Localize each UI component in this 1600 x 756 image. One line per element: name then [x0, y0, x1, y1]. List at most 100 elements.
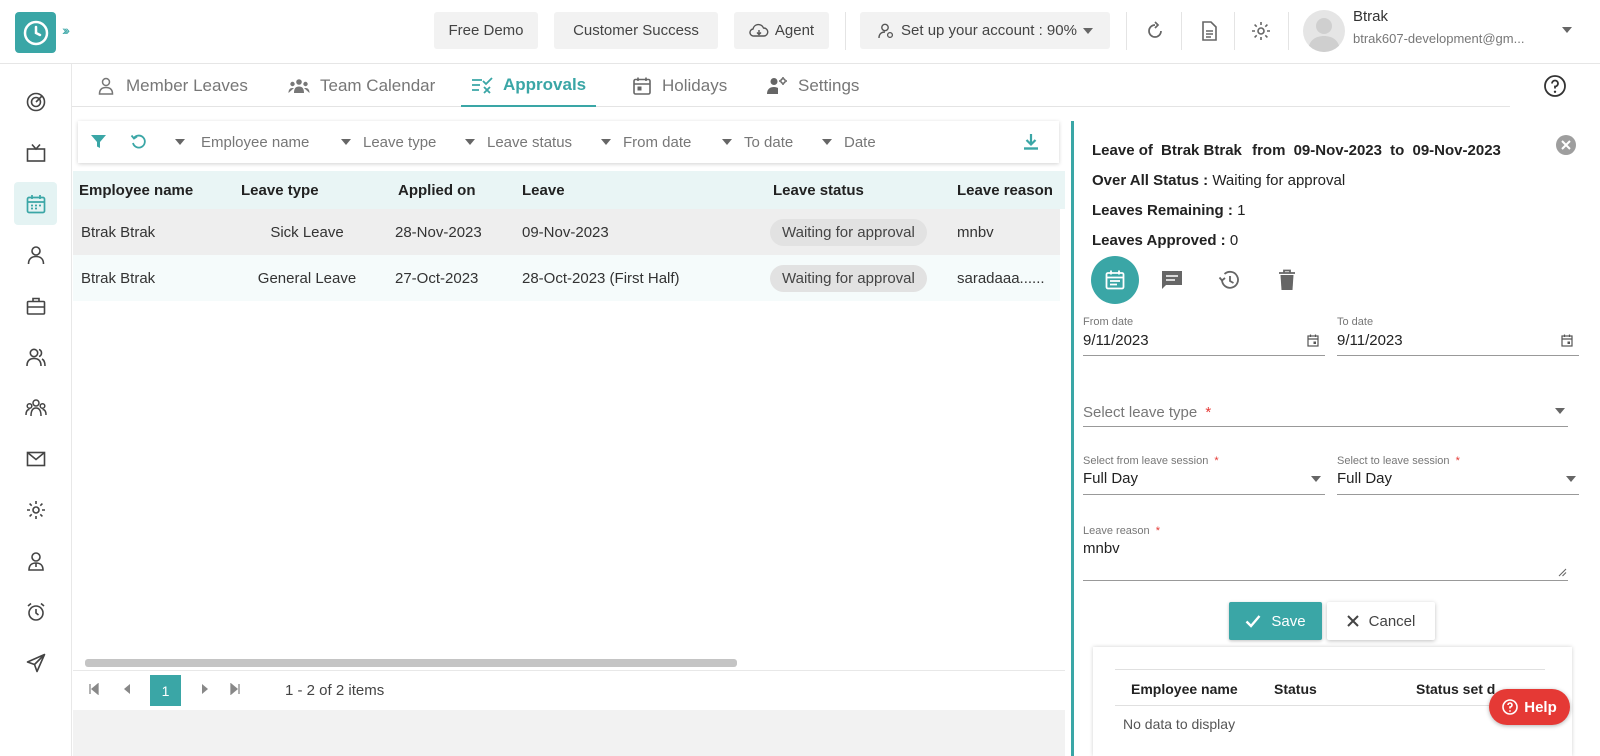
leave-details-button[interactable] — [1091, 256, 1139, 304]
page-number-button[interactable]: 1 — [150, 675, 181, 706]
calendar-picker-icon[interactable] — [1561, 334, 1573, 347]
setup-account-button[interactable]: Set up your account : 90% — [860, 12, 1110, 49]
column-header-status[interactable]: Status — [1274, 681, 1317, 697]
clock-logo-icon — [23, 20, 48, 45]
target-icon — [26, 92, 45, 111]
tab-settings[interactable]: Settings — [766, 64, 859, 107]
sidebar-item-dashboard[interactable] — [14, 80, 57, 123]
save-button[interactable]: Save — [1229, 602, 1322, 640]
sidebar-item-tv[interactable] — [14, 131, 57, 174]
app-logo[interactable] — [15, 12, 56, 53]
prev-page-icon[interactable] — [121, 683, 133, 695]
document-icon[interactable] — [1196, 18, 1222, 44]
to-date-input[interactable]: 9/11/2023 — [1337, 332, 1403, 349]
sidebar-item-projects[interactable] — [14, 284, 57, 327]
chevron-down-icon[interactable] — [1555, 408, 1565, 414]
reset-filter-icon[interactable] — [130, 133, 148, 151]
leave-reason-textarea[interactable]: mnbv — [1083, 540, 1120, 557]
refresh-icon[interactable] — [1142, 18, 1168, 44]
free-demo-label: Free Demo — [448, 22, 524, 39]
required-mark: * — [1214, 455, 1219, 467]
next-page-icon[interactable] — [199, 683, 211, 695]
column-header-leave-type[interactable]: Leave type — [241, 171, 319, 209]
sidebar-item-mail[interactable] — [14, 437, 57, 480]
comment-icon[interactable] — [1160, 268, 1184, 292]
cancel-button[interactable]: Cancel — [1327, 602, 1435, 640]
expand-sidebar-icon[interactable]: ››› — [62, 22, 70, 38]
chevron-down-icon — [465, 139, 475, 145]
help-button[interactable]: Help — [1489, 689, 1570, 725]
resize-handle-icon[interactable] — [1558, 568, 1567, 577]
sidebar-item-send[interactable] — [14, 641, 57, 684]
download-icon[interactable] — [1022, 133, 1040, 151]
divider — [1288, 12, 1289, 50]
from-date-input[interactable]: 9/11/2023 — [1083, 332, 1149, 349]
filter-label: Leave type — [363, 133, 437, 151]
filter-bar: Employee name Leave type Leave status Fr… — [78, 121, 1059, 163]
chevron-down-icon — [175, 139, 185, 145]
history-icon[interactable] — [1217, 268, 1241, 292]
pager-summary: 1 - 2 of 2 items — [285, 682, 385, 699]
calendar-picker-icon[interactable] — [1307, 334, 1319, 347]
cell-status: Waiting for approval — [770, 255, 927, 301]
sidebar-item-teams[interactable] — [14, 386, 57, 429]
first-page-icon[interactable] — [88, 683, 100, 695]
alarm-clock-icon — [26, 602, 45, 621]
from-session-label-text: Select from leave session — [1083, 455, 1209, 467]
tab-label: Team Calendar — [320, 75, 436, 95]
from-date-filter[interactable]: From date — [601, 121, 691, 163]
sidebar-item-settings[interactable] — [14, 488, 57, 531]
leave-status-filter[interactable]: Leave status — [465, 121, 572, 163]
column-header-leave-reason[interactable]: Leave reason — [957, 171, 1053, 209]
chevron-down-icon[interactable] — [1311, 476, 1321, 482]
tab-team-calendar[interactable]: Team Calendar — [288, 64, 435, 107]
column-header-leave-status[interactable]: Leave status — [773, 171, 864, 209]
last-page-icon[interactable] — [229, 683, 241, 695]
sidebar-item-timer[interactable] — [14, 590, 57, 633]
to-date-filter[interactable]: To date — [722, 121, 793, 163]
to-session-label: Select to leave session * — [1337, 455, 1460, 467]
user-settings-icon — [878, 23, 894, 38]
grid-header: Employee name Leave type Applied on Leav… — [73, 171, 1065, 209]
employee-name-filter[interactable]: Employee name — [175, 121, 309, 163]
filter-label: Date — [844, 133, 876, 151]
tab-holidays[interactable]: Holidays — [632, 64, 727, 107]
leave-type-filter[interactable]: Leave type — [341, 121, 436, 163]
column-header-status-set-date[interactable]: Status set d — [1416, 681, 1495, 697]
from-session-select[interactable]: Full Day — [1083, 470, 1138, 487]
sidebar-item-users[interactable] — [14, 335, 57, 378]
column-header-employee-name[interactable]: Employee name — [1131, 681, 1238, 697]
customer-success-button[interactable]: Customer Success — [554, 12, 718, 49]
free-demo-button[interactable]: Free Demo — [434, 12, 538, 49]
column-header-applied-on[interactable]: Applied on — [398, 171, 476, 209]
gear-icon[interactable] — [1248, 18, 1274, 44]
filter-icon[interactable] — [90, 133, 107, 150]
close-icon[interactable] — [1555, 134, 1577, 156]
table-row[interactable]: Btrak Btrak General Leave 27-Oct-2023 28… — [73, 255, 1060, 301]
table-row[interactable]: Btrak Btrak Sick Leave 28-Nov-2023 09-No… — [73, 209, 1060, 255]
sidebar-item-employee[interactable] — [14, 539, 57, 582]
user-menu-chevron-icon[interactable] — [1562, 27, 1572, 33]
chevron-down-icon[interactable] — [1566, 476, 1576, 482]
tab-member-leaves[interactable]: Member Leaves — [96, 64, 248, 107]
trash-icon[interactable] — [1277, 268, 1297, 292]
column-header-employee-name[interactable]: Employee name — [79, 171, 193, 209]
divider — [1234, 12, 1235, 50]
help-question-icon[interactable] — [1543, 74, 1567, 98]
tab-approvals[interactable]: Approvals — [461, 64, 597, 107]
to-session-select[interactable]: Full Day — [1337, 470, 1392, 487]
horizontal-scrollbar[interactable] — [85, 659, 737, 667]
calendar-icon — [633, 77, 651, 95]
column-header-leave[interactable]: Leave — [522, 171, 565, 209]
sidebar-item-leaves[interactable] — [14, 182, 57, 225]
sidebar-item-profile[interactable] — [14, 233, 57, 276]
leave-type-underline — [1083, 426, 1568, 427]
leave-reason-label-text: Leave reason — [1083, 525, 1150, 537]
date-filter[interactable]: Date — [822, 121, 876, 163]
agent-button[interactable]: Agent — [734, 12, 829, 49]
overall-status-label: Over All Status : — [1092, 172, 1209, 189]
cell-applied-on: 27-Oct-2023 — [395, 269, 479, 287]
leave-type-select[interactable]: Select leave type * — [1083, 404, 1211, 421]
avatar[interactable] — [1303, 10, 1345, 52]
leave-of-name: Btrak Btrak — [1161, 142, 1242, 159]
